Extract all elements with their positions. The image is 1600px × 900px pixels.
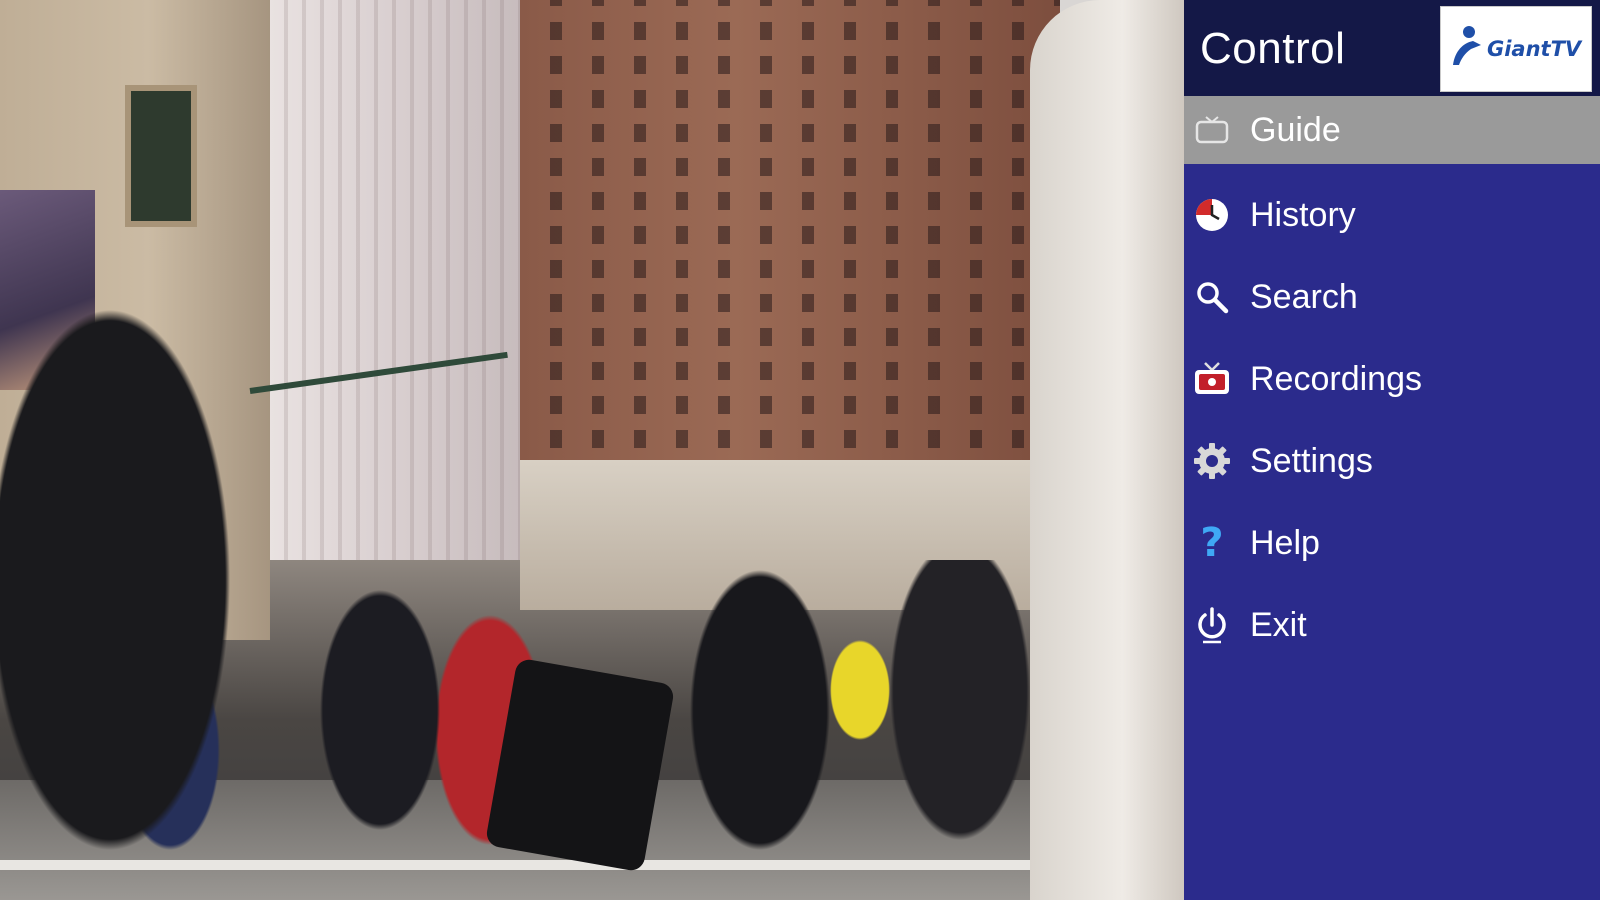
panel-header: Control GiantTV (1184, 0, 1600, 96)
control-panel: Control GiantTV Guide History Search Rec… (1184, 0, 1600, 900)
power-icon (1192, 605, 1232, 645)
building-window (125, 85, 197, 227)
tv-icon (1192, 110, 1232, 150)
panel-title: Control (1200, 24, 1346, 73)
menu-item-exit[interactable]: Exit (1184, 584, 1600, 666)
gianttv-logo: GiantTV (1440, 6, 1592, 92)
building-tower-far (270, 0, 520, 560)
menu-item-recordings[interactable]: Recordings (1184, 338, 1600, 420)
building-main (520, 0, 1060, 610)
menu-label-guide: Guide (1250, 110, 1341, 149)
question-icon: ? (1200, 520, 1224, 566)
video-player (0, 0, 1184, 900)
menu-label-settings: Settings (1250, 441, 1373, 480)
logo-text: GiantTV (1487, 37, 1582, 61)
pedestrian-left (0, 300, 250, 860)
menu-item-guide[interactable]: Guide (1184, 96, 1600, 164)
clock-icon (1192, 195, 1232, 235)
search-icon (1192, 277, 1232, 317)
record-tv-icon (1192, 359, 1232, 399)
menu-item-help[interactable]: ? Help (1184, 502, 1600, 584)
menu-label-help: Help (1250, 523, 1320, 562)
suitcase (484, 657, 676, 873)
pedestrian-right (1030, 0, 1184, 900)
menu-label-exit: Exit (1250, 605, 1307, 644)
gear-icon (1192, 441, 1232, 481)
menu-item-history[interactable]: History (1184, 174, 1600, 256)
menu-item-settings[interactable]: Settings (1184, 420, 1600, 502)
menu-label-history: History (1250, 195, 1356, 234)
menu-label-search: Search (1250, 277, 1358, 316)
control-menu: Guide History Search Recordings Settings… (1184, 96, 1600, 666)
menu-item-search[interactable]: Search (1184, 256, 1600, 338)
menu-label-recordings: Recordings (1250, 359, 1422, 398)
logo-figure-icon (1453, 26, 1481, 65)
